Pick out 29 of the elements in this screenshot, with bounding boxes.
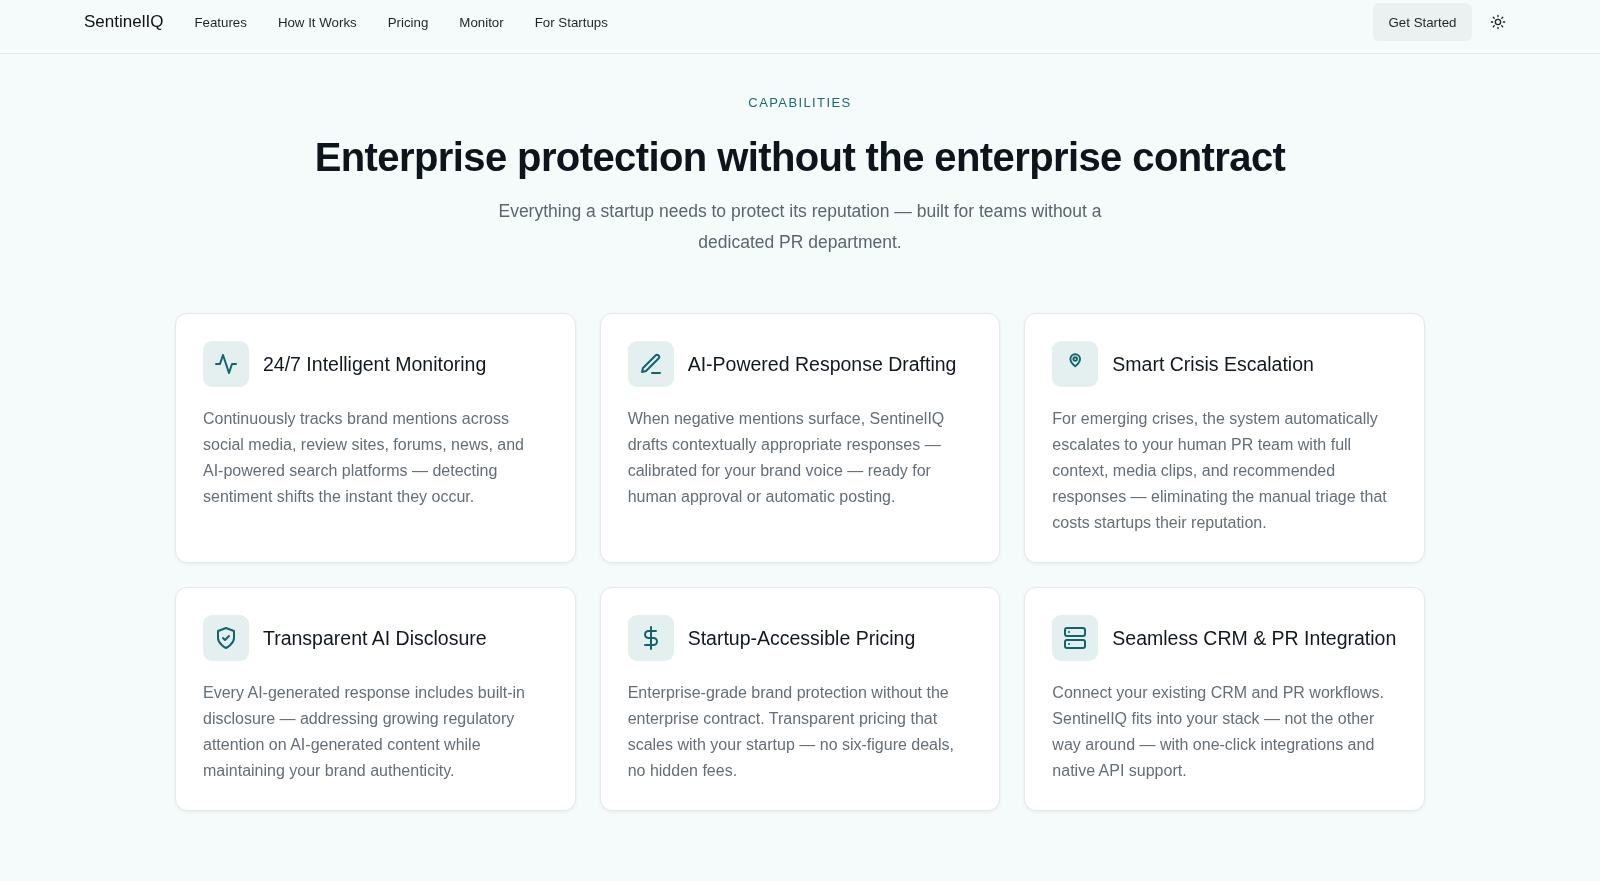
section-eyebrow: CAPABILITIES xyxy=(748,94,852,112)
section-heading: Enterprise protection without the enterprise contract xyxy=(314,134,1286,181)
map-pin-icon xyxy=(1052,341,1099,387)
sun-icon xyxy=(1490,14,1506,30)
card-title: Startup-Accessible Pricing xyxy=(687,626,916,650)
card-description: Enterprise-grade brand protection without the enterprise contract. Transparent pricing that scales with your startup — no six-figure deals, no hidden fees. xyxy=(627,683,955,781)
nav-link[interactable]: How It Works xyxy=(277,14,357,30)
shield-check-icon xyxy=(203,615,249,661)
card-title: Smart Crisis Escalation xyxy=(1112,352,1314,376)
nav-link[interactable]: Pricing xyxy=(387,14,429,30)
card-title: 24/7 Intelligent Monitoring xyxy=(263,352,487,376)
card-description: Continuously tracks brand mentions across social media, review sites, forums, news, and AI-powered search platforms — detecting sentiment shifts the instant they occur. xyxy=(203,409,525,507)
nav-link[interactable]: Features xyxy=(194,14,247,30)
card-title: Transparent AI Disclosure xyxy=(263,626,487,650)
get-started-button[interactable]: Get Started xyxy=(1373,3,1472,41)
card-description: For emerging crises, the system automatically escalates to your human PR team with full context, media clips, and recommended responses — eliminating the manual triage that costs startups their reputation. xyxy=(1052,409,1388,533)
pulse-icon xyxy=(203,341,249,387)
nav-link[interactable]: For Startups xyxy=(534,14,608,30)
brand-logo[interactable]: SentinelIQ xyxy=(84,12,164,32)
card-title: AI-Powered Response Drafting xyxy=(687,352,957,376)
card-title: Seamless CRM & PR Integration xyxy=(1112,626,1397,650)
card-description: When negative mentions surface, SentinelIQ drafts contextually appropriate responses — calibrated for your brand voice — ready for human approval or automatic posting. xyxy=(627,409,946,507)
section-subtitle: Everything a startup needs to protect its reputation — built for teams without a dedicated PR department. xyxy=(497,200,1103,254)
nav-link[interactable]: Monitor xyxy=(459,14,504,30)
card-description: Every AI-generated response includes built-in disclosure — addressing growing regulatory attention on AI-generated content while maintaining your brand authenticity. xyxy=(203,683,526,781)
dollar-icon xyxy=(627,615,674,661)
pen-icon xyxy=(627,341,674,387)
card-description: Connect your existing CRM and PR workflows. SentinelIQ fits into your stack — not the other way around — with one-click integrations and native API support. xyxy=(1052,683,1385,781)
server-icon xyxy=(1052,615,1099,661)
